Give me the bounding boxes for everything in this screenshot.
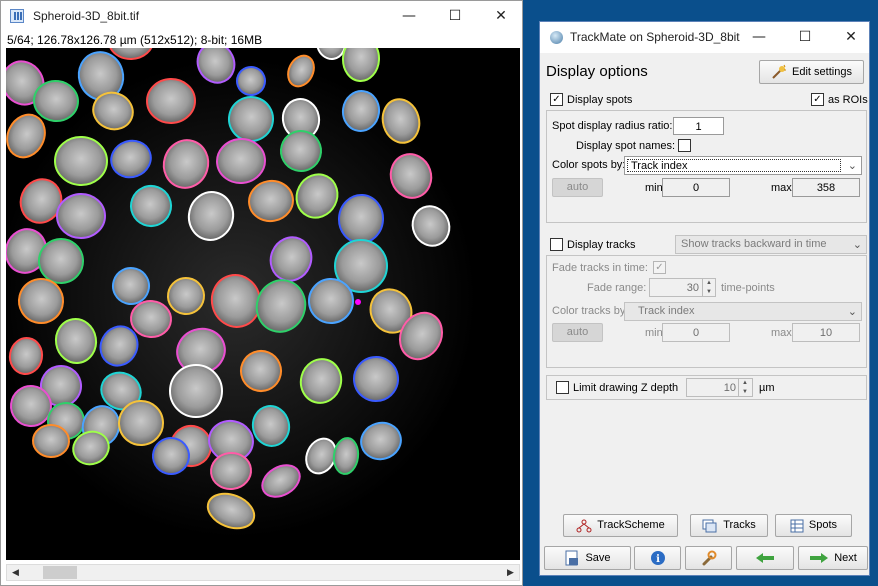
chevron-down-icon: ⌄ xyxy=(852,238,862,251)
track-mode-dropdown[interactable]: Show tracks backward in time ⌄ xyxy=(675,235,867,254)
edit-settings-label: Edit settings xyxy=(792,65,852,78)
nucleus-roi xyxy=(32,423,70,459)
tools-button[interactable] xyxy=(685,546,732,570)
spreadsheet-icon xyxy=(790,519,804,532)
tracks-max-input[interactable]: 10 xyxy=(792,323,860,342)
scrollbar-thumb[interactable] xyxy=(43,566,77,579)
info-button[interactable]: i xyxy=(634,546,681,570)
chevron-down-icon: ⌄ xyxy=(847,305,857,318)
color-spots-label: Color spots by: xyxy=(552,159,626,171)
maximize-icon[interactable]: ☐ xyxy=(782,22,828,53)
spots-button[interactable]: Spots xyxy=(775,514,852,537)
horizontal-scrollbar[interactable]: ◀ ▶ xyxy=(6,564,520,581)
display-tracks-label: Display tracks xyxy=(567,239,636,251)
display-tracks-checkbox[interactable] xyxy=(550,238,563,251)
info-icon: i xyxy=(650,551,665,565)
display-spots-checkbox[interactable] xyxy=(550,93,563,106)
save-icon xyxy=(565,550,579,566)
edit-settings-button[interactable]: Edit settings xyxy=(759,60,864,84)
trackmate-titlebar[interactable]: TrackMate on Spheroid-3D_8bit — ☐ ✕ xyxy=(540,22,869,53)
spot-names-checkbox[interactable] xyxy=(678,139,691,152)
scroll-right-icon[interactable]: ▶ xyxy=(503,566,518,579)
color-tracks-value: Track index xyxy=(638,305,695,317)
save-button[interactable]: Save xyxy=(544,546,631,570)
nucleus-roi xyxy=(169,364,223,418)
as-rois-label: as ROIs xyxy=(828,94,868,106)
spot-names-label: Display spot names: xyxy=(576,140,676,152)
nucleus-roi xyxy=(146,77,196,125)
spots-min-label: min xyxy=(645,182,663,194)
trackscheme-icon xyxy=(576,519,592,532)
trackscheme-label: TrackScheme xyxy=(597,519,665,531)
next-label: Next xyxy=(834,551,857,564)
next-button[interactable]: Next xyxy=(798,546,868,570)
table-icon xyxy=(702,519,717,532)
image-window-title: Spheroid-3D_8bit.tif xyxy=(33,9,140,23)
previous-button[interactable] xyxy=(736,546,794,570)
wand-icon xyxy=(772,64,787,79)
image-canvas[interactable] xyxy=(0,8,520,560)
fade-range-spinner[interactable]: ▲ ▼ xyxy=(702,279,715,296)
spots-auto-button[interactable]: auto xyxy=(552,178,603,197)
trackscheme-button[interactable]: TrackScheme xyxy=(563,514,678,537)
image-window-titlebar[interactable]: Spheroid-3D_8bit.tif — ☐ ✕ xyxy=(1,1,522,32)
arrow-right-icon xyxy=(810,553,829,563)
radius-ratio-input[interactable]: 1 xyxy=(673,117,724,135)
limit-z-label: Limit drawing Z depth xyxy=(573,382,679,394)
color-tracks-dropdown[interactable]: Track index ⌄ xyxy=(624,302,862,321)
tracks-max-label: max xyxy=(771,327,792,339)
limit-z-checkbox[interactable] xyxy=(556,381,569,394)
maximize-icon[interactable]: ☐ xyxy=(432,1,478,32)
svg-text:i: i xyxy=(656,554,660,565)
nucleus-roi xyxy=(56,192,106,240)
minimize-icon[interactable]: — xyxy=(386,1,432,32)
trackmate-window: TrackMate on Spheroid-3D_8bit — ☐ ✕ Disp… xyxy=(539,21,870,576)
radius-ratio-label: Spot display radius ratio: xyxy=(552,120,673,132)
chevron-down-icon: ⌄ xyxy=(847,159,857,172)
limit-z-unit: µm xyxy=(759,382,775,394)
limit-z-spinner[interactable]: ▲ ▼ xyxy=(738,379,751,396)
tracks-auto-button[interactable]: auto xyxy=(552,323,603,342)
tracks-label: Tracks xyxy=(723,519,756,531)
tracks-min-label: min xyxy=(645,327,663,339)
scroll-left-icon[interactable]: ◀ xyxy=(8,566,23,579)
nucleus-roi xyxy=(118,400,164,446)
spots-min-input[interactable]: 0 xyxy=(662,178,730,197)
image-info-text: 5/64; 126.78x126.78 µm (512x512); 8-bit;… xyxy=(7,33,263,47)
color-spots-dropdown[interactable]: Track index ⌄ xyxy=(624,156,862,175)
tracks-button[interactable]: Tracks xyxy=(690,514,768,537)
fade-range-unit: time-points xyxy=(721,282,775,294)
save-label: Save xyxy=(585,551,611,564)
track-mode-value: Show tracks backward in time xyxy=(681,238,827,250)
fade-tracks-label: Fade tracks in time: xyxy=(552,262,648,274)
color-tracks-label: Color tracks by: xyxy=(552,305,629,317)
image-window: Spheroid-3D_8bit.tif — ☐ ✕ 5/64; 126.78x… xyxy=(0,0,523,586)
trackmate-app-icon xyxy=(550,31,563,44)
spots-label: Spots xyxy=(808,519,838,531)
arrow-left-icon xyxy=(756,553,774,563)
close-icon[interactable]: ✕ xyxy=(478,1,524,32)
color-spots-value: Track index xyxy=(627,159,841,172)
panel-heading: Display options xyxy=(546,63,648,80)
nucleus-roi xyxy=(341,36,381,82)
wrench-icon xyxy=(702,550,716,566)
minimize-icon[interactable]: — xyxy=(736,22,782,53)
display-spots-label: Display spots xyxy=(567,94,633,106)
trackmate-title: TrackMate on Spheroid-3D_8bit xyxy=(570,30,740,44)
close-icon[interactable]: ✕ xyxy=(828,22,874,53)
imagej-app-icon xyxy=(10,9,24,23)
fade-tracks-checkbox[interactable] xyxy=(653,261,666,274)
microscopy-image xyxy=(0,8,476,538)
spots-max-label: max xyxy=(771,182,792,194)
fade-range-label: Fade range: xyxy=(587,282,647,294)
as-rois-checkbox[interactable] xyxy=(811,93,824,106)
tracks-min-input[interactable]: 0 xyxy=(662,323,730,342)
spots-max-input[interactable]: 358 xyxy=(792,178,860,197)
